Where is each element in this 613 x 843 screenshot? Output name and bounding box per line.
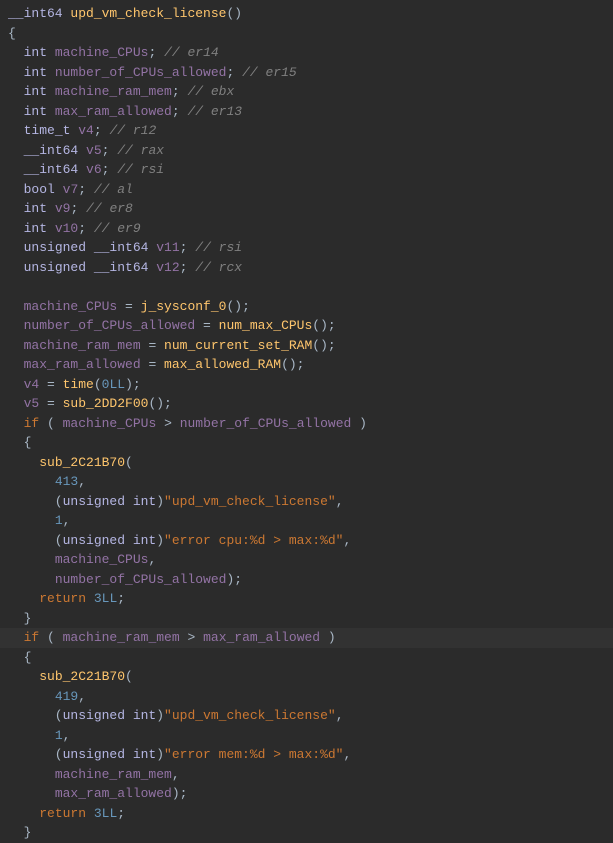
code-line: 419, [0, 687, 613, 707]
code-line: (unsigned int)"error cpu:%d > max:%d", [0, 531, 613, 551]
code-line: int v10; // er9 [0, 219, 613, 239]
code-line: sub_2C21B70( [0, 453, 613, 473]
code-line [0, 277, 613, 297]
code-line: __int64 v6; // rsi [0, 160, 613, 180]
code-line: __int64 v5; // rax [0, 141, 613, 161]
code-line: } [0, 609, 613, 629]
code-line: 1, [0, 726, 613, 746]
code-line: unsigned __int64 v11; // rsi [0, 238, 613, 258]
code-line: int max_ram_allowed; // er13 [0, 102, 613, 122]
code-line: max_ram_allowed); [0, 784, 613, 804]
code-line: unsigned __int64 v12; // rcx [0, 258, 613, 278]
code-line: __int64 upd_vm_check_license() [0, 4, 613, 24]
code-line: 413, [0, 472, 613, 492]
code-line: if ( machine_CPUs > number_of_CPUs_allow… [0, 414, 613, 434]
code-line: return 3LL; [0, 804, 613, 824]
code-line: bool v7; // al [0, 180, 613, 200]
code-line: number_of_CPUs_allowed); [0, 570, 613, 590]
code-line: (unsigned int)"upd_vm_check_license", [0, 492, 613, 512]
code-line: v4 = time(0LL); [0, 375, 613, 395]
code-line: { [0, 24, 613, 44]
code-line: 1, [0, 511, 613, 531]
code-line: sub_2C21B70( [0, 667, 613, 687]
code-line: number_of_CPUs_allowed = num_max_CPUs(); [0, 316, 613, 336]
code-line: time_t v4; // r12 [0, 121, 613, 141]
code-editor[interactable]: __int64 upd_vm_check_license() { int mac… [0, 4, 613, 843]
code-line: max_ram_allowed = max_allowed_RAM(); [0, 355, 613, 375]
code-line: { [0, 648, 613, 668]
code-line: machine_ram_mem = num_current_set_RAM(); [0, 336, 613, 356]
code-line: int machine_ram_mem; // ebx [0, 82, 613, 102]
code-line: int v9; // er8 [0, 199, 613, 219]
code-line: v5 = sub_2DD2F00(); [0, 394, 613, 414]
code-line: (unsigned int)"upd_vm_check_license", [0, 706, 613, 726]
code-line: machine_CPUs = j_sysconf_0(); [0, 297, 613, 317]
code-line: { [0, 433, 613, 453]
code-line: return 3LL; [0, 589, 613, 609]
code-line: } [0, 823, 613, 843]
code-line: int machine_CPUs; // er14 [0, 43, 613, 63]
code-line: machine_CPUs, [0, 550, 613, 570]
code-line: (unsigned int)"error mem:%d > max:%d", [0, 745, 613, 765]
code-line-highlighted: if ( machine_ram_mem > max_ram_allowed ) [0, 628, 613, 648]
code-line: machine_ram_mem, [0, 765, 613, 785]
code-line: int number_of_CPUs_allowed; // er15 [0, 63, 613, 83]
